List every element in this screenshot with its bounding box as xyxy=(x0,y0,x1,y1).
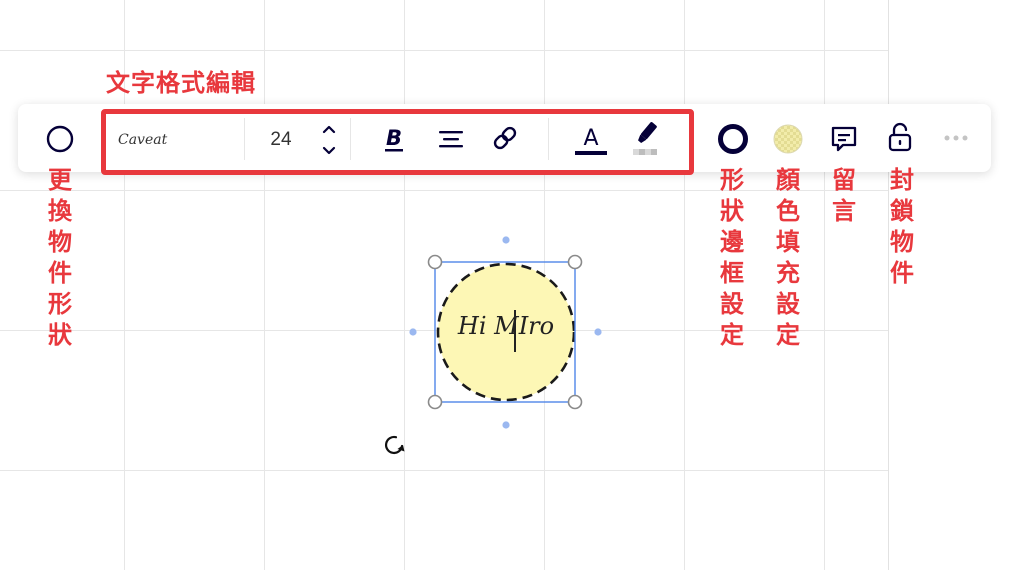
link-button[interactable] xyxy=(489,122,521,154)
annotation-comment: 留言 xyxy=(832,166,856,225)
toolbar-divider xyxy=(350,118,351,160)
connector-dot-top[interactable] xyxy=(502,236,510,244)
rotate-icon[interactable] xyxy=(383,432,407,458)
connector-dot-right[interactable] xyxy=(594,328,602,336)
toolbar-divider xyxy=(244,118,245,160)
change-shape-button[interactable] xyxy=(44,124,76,154)
resize-handle-bottom-left[interactable] xyxy=(427,394,443,410)
resize-handle-bottom-right[interactable] xyxy=(567,394,583,410)
resize-handle-top-left[interactable] xyxy=(427,254,443,270)
comment-icon xyxy=(831,126,857,152)
toolbar-divider xyxy=(548,118,549,160)
fill-color-button[interactable] xyxy=(771,122,805,156)
annotation-lock: 封鎖物件 xyxy=(890,166,914,287)
font-size-stepper[interactable] xyxy=(318,122,340,158)
more-icon xyxy=(944,135,968,141)
comment-button[interactable] xyxy=(828,123,860,155)
bold-icon: B xyxy=(385,126,403,152)
bold-button[interactable]: B xyxy=(380,124,408,154)
text-color-button[interactable]: A xyxy=(572,121,610,157)
annotation-border-setting: 形狀邊框設定 xyxy=(720,166,744,349)
lock-icon xyxy=(888,122,912,152)
text-align-button[interactable] xyxy=(435,124,467,154)
annotation-change-shape: 更換物件形狀 xyxy=(48,166,72,349)
annotation-fill-setting: 顏色填充設定 xyxy=(776,166,800,349)
annotation-text-format: 文字格式編輯 xyxy=(106,69,256,97)
more-options-button[interactable] xyxy=(940,126,972,150)
highlight-color-button[interactable] xyxy=(628,120,664,158)
font-size-value: 24 xyxy=(270,129,292,150)
lock-button[interactable] xyxy=(885,120,915,154)
text-cursor xyxy=(514,310,516,352)
shape-text[interactable]: Hi MIro xyxy=(436,312,576,340)
link-icon xyxy=(493,126,517,150)
svg-text:A: A xyxy=(583,126,598,151)
border-style-button[interactable] xyxy=(716,122,750,156)
resize-handle-top-right[interactable] xyxy=(567,254,583,270)
circle-outline-icon xyxy=(46,125,74,153)
border-circle-icon xyxy=(718,124,748,154)
font-family-label: Caveat xyxy=(118,132,168,148)
font-family-dropdown[interactable]: Caveat xyxy=(118,126,228,154)
align-center-icon xyxy=(439,131,463,148)
stepper-arrows-icon xyxy=(322,125,336,155)
fill-color-icon xyxy=(773,124,803,154)
text-color-icon: A xyxy=(575,126,607,155)
font-size-field[interactable]: 24 xyxy=(262,126,300,154)
connector-dot-left[interactable] xyxy=(409,328,417,336)
connector-dot-bottom[interactable] xyxy=(502,421,510,429)
svg-text:B: B xyxy=(386,126,402,150)
highlighter-icon xyxy=(633,122,657,155)
